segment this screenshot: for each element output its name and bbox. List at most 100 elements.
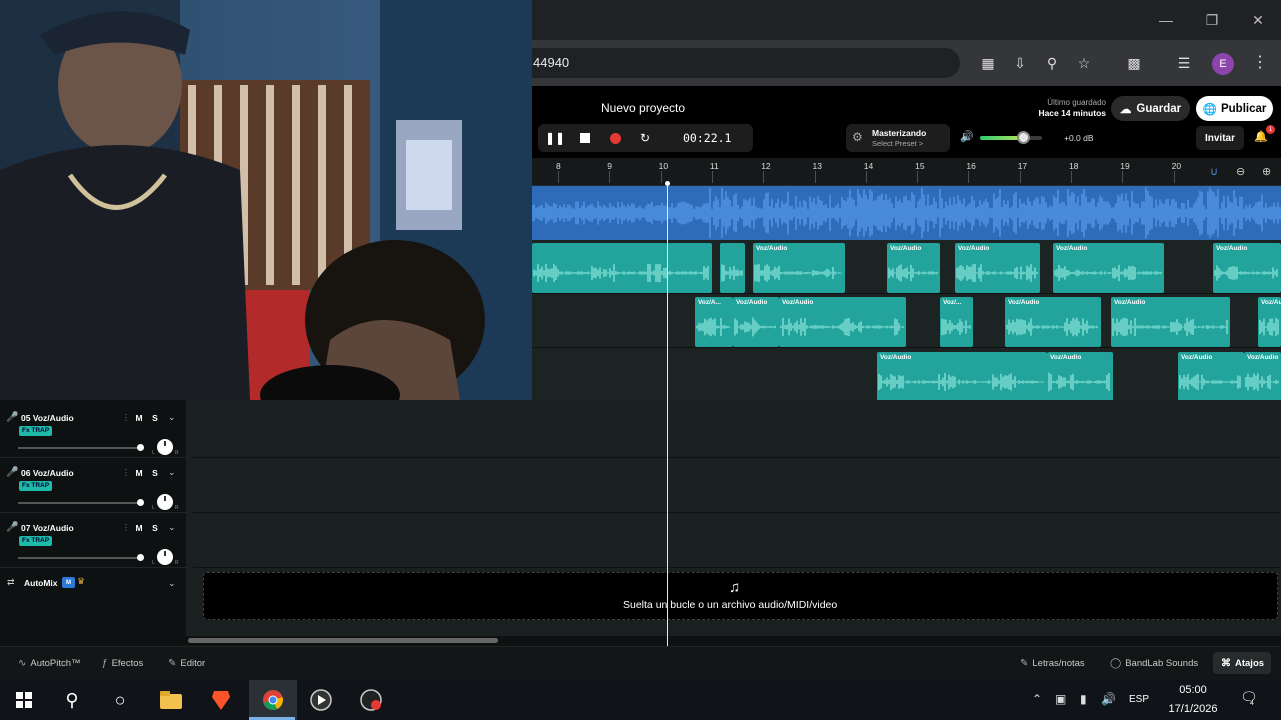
save-button[interactable]: ☁ Guardar	[1111, 96, 1190, 121]
tray-chevron-up-icon[interactable]: ⌃	[1032, 692, 1042, 706]
solo-button[interactable]: S	[148, 521, 162, 534]
playhead-handle[interactable]	[665, 181, 670, 186]
solo-button[interactable]: S	[148, 466, 162, 479]
audio-clip[interactable]: Voz/Audio	[1005, 297, 1101, 347]
pause-button[interactable]: ❚❚	[543, 126, 567, 150]
record-button[interactable]	[603, 126, 627, 150]
track-name[interactable]: 05 Voz/Audio	[21, 413, 74, 423]
tray-device-icon[interactable]: ▣	[1055, 692, 1066, 706]
audio-clip[interactable]: Voz/Audio	[1213, 243, 1281, 293]
chevron-down-icon[interactable]: ⌄	[168, 412, 176, 423]
audio-clip[interactable]: Voz/A...	[695, 297, 733, 347]
more-icon[interactable]: ⋮	[122, 468, 130, 477]
speaker-icon[interactable]: 🔊	[960, 130, 974, 143]
fx-badge[interactable]: Fx TRAP	[19, 536, 53, 546]
pan-knob[interactable]	[157, 439, 173, 455]
install-app-icon[interactable]: ⇩	[1007, 52, 1033, 74]
more-icon[interactable]: ⋮	[122, 523, 130, 532]
zoom-in-icon[interactable]: ⊕	[1262, 165, 1271, 178]
audio-clip[interactable]: Voz/Audio	[1111, 297, 1230, 347]
fx-badge[interactable]: Fx TRAP	[19, 426, 53, 436]
brave-browser-icon[interactable]	[197, 680, 245, 720]
volume-slider-thumb[interactable]	[137, 444, 144, 451]
search-icon[interactable]: ⚲	[48, 680, 96, 720]
loop-button[interactable]: ↻	[633, 126, 657, 150]
media-control-icon[interactable]: ☰	[1171, 52, 1197, 74]
drop-zone[interactable]	[203, 572, 1278, 620]
volume-slider-thumb[interactable]	[137, 554, 144, 561]
lyrics-button[interactable]: ✎ Letras/notas	[1020, 658, 1085, 669]
zoom-icon[interactable]: ⚲	[1039, 52, 1065, 74]
tray-usb-icon[interactable]: ▮	[1080, 692, 1087, 706]
autopitch-button[interactable]: ∿ AutoPitch™	[18, 658, 81, 669]
magnet-icon[interactable]: ∪	[1210, 165, 1218, 178]
timeline-ruler[interactable]	[532, 158, 1281, 186]
audio-clip[interactable]: Voz/Audio	[1244, 352, 1281, 402]
piano-icon[interactable]: ▦	[975, 52, 1001, 74]
file-explorer-icon[interactable]	[147, 680, 195, 720]
audio-clip[interactable]: Voz/Audio	[1258, 297, 1281, 347]
stop-button[interactable]	[573, 126, 597, 150]
audio-clip[interactable]: Voz/Audio	[1047, 352, 1113, 402]
pan-knob[interactable]	[157, 549, 173, 565]
automix-chevron-icon[interactable]: ⌄	[168, 578, 176, 589]
track-header-07[interactable]: 🎤 07 Voz/Audio Fx TRAP ⋮ M S ⌄ L R	[0, 514, 186, 568]
windows-start-icon[interactable]	[0, 680, 48, 720]
extensions-icon[interactable]: ▩	[1121, 52, 1147, 74]
action-center-icon[interactable]: 🗨	[1240, 689, 1258, 706]
audio-clip[interactable]: Voz/Audio	[1178, 352, 1244, 402]
recorder-app-icon[interactable]	[347, 680, 395, 720]
bandlab-sounds-button[interactable]: ◯ BandLab Sounds	[1110, 658, 1198, 669]
mute-button[interactable]: M	[132, 411, 146, 424]
bookmark-star-icon[interactable]: ☆	[1071, 52, 1097, 74]
track-lane-05[interactable]	[193, 404, 1281, 458]
track-header-06[interactable]: 🎤 06 Voz/Audio Fx TRAP ⋮ M S ⌄ L R	[0, 459, 186, 513]
solo-button[interactable]: S	[148, 411, 162, 424]
task-view-icon[interactable]: ○	[96, 680, 144, 720]
browser-menu-icon[interactable]: ⋮	[1252, 52, 1268, 72]
effects-button[interactable]: ƒ Efectos	[102, 658, 143, 669]
minimize-icon[interactable]: —	[1143, 0, 1189, 40]
track-lane-06[interactable]	[193, 459, 1281, 513]
audio-clip[interactable]: Voz/...	[940, 297, 973, 347]
audio-clip[interactable]: Voz/Audio	[753, 243, 845, 293]
chevron-down-icon[interactable]: ⌄	[168, 467, 176, 478]
address-bar[interactable]	[530, 48, 960, 78]
audio-clip[interactable]	[720, 243, 745, 293]
chevron-down-icon[interactable]: ⌄	[168, 522, 176, 533]
tray-volume-icon[interactable]: 🔊	[1101, 692, 1116, 706]
more-icon[interactable]: ⋮	[122, 413, 130, 422]
restore-icon[interactable]: ❐	[1189, 0, 1235, 40]
zoom-out-icon[interactable]: ⊖	[1236, 165, 1245, 178]
audio-clip[interactable]: Voz/Audio	[733, 297, 779, 347]
shortcuts-button[interactable]: ⌘ Atajos	[1221, 658, 1264, 669]
pan-knob[interactable]	[157, 494, 173, 510]
track-lane-07[interactable]	[193, 514, 1281, 568]
audio-clip[interactable]: Voz/Audio	[887, 243, 940, 293]
playhead[interactable]	[667, 183, 668, 646]
audio-clip[interactable]	[532, 243, 712, 293]
invite-button[interactable]: Invitar	[1196, 126, 1244, 150]
bell-icon[interactable]: 🔔	[1254, 130, 1268, 143]
volume-slider-track[interactable]	[18, 557, 140, 559]
tray-clock-date[interactable]: 17/1/2026	[1162, 703, 1224, 715]
mute-button[interactable]: M	[132, 521, 146, 534]
track-name[interactable]: 06 Voz/Audio	[21, 468, 74, 478]
media-player-icon[interactable]	[297, 680, 345, 720]
chrome-browser-icon[interactable]	[249, 680, 297, 720]
volume-slider-track[interactable]	[18, 447, 140, 449]
audio-clip[interactable]: Voz/Audio	[1053, 243, 1164, 293]
mute-button[interactable]: M	[132, 466, 146, 479]
volume-slider-track[interactable]	[18, 502, 140, 504]
master-waveform-lane[interactable]	[532, 186, 1281, 240]
audio-clip[interactable]: Voz/Audio	[877, 352, 1047, 402]
audio-clip[interactable]: Voz/Audio	[779, 297, 906, 347]
track-name[interactable]: 07 Voz/Audio	[21, 523, 74, 533]
project-name[interactable]: Nuevo proyecto	[601, 101, 685, 115]
track-header-05[interactable]: 🎤 05 Voz/Audio Fx TRAP ⋮ M S ⌄ L R	[0, 404, 186, 458]
publish-button[interactable]: 🌐 Publicar	[1196, 96, 1273, 121]
fx-badge[interactable]: Fx TRAP	[19, 481, 53, 491]
audio-clip[interactable]: Voz/Audio	[955, 243, 1040, 293]
profile-avatar[interactable]: E	[1212, 53, 1234, 75]
horizontal-scroll-thumb[interactable]	[188, 638, 498, 643]
